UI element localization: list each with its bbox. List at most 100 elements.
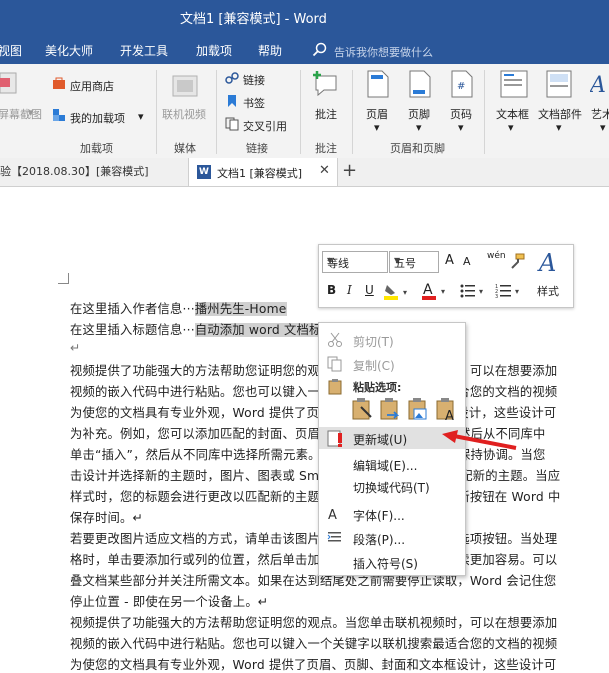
divider	[300, 70, 301, 154]
chevron-down-icon: ▾	[28, 106, 34, 119]
menu-item-label: 复制(C)	[353, 359, 395, 373]
paste-options-header: 粘贴选项:	[353, 381, 402, 394]
chevron-down-icon: ▾	[458, 121, 464, 134]
divider	[156, 70, 157, 154]
screenshot-button[interactable]: 屏幕截图	[0, 106, 42, 122]
underline-button[interactable]: U	[365, 283, 374, 297]
paragraph-mark: ↵	[70, 341, 81, 355]
bookmark-button[interactable]: 书签	[243, 95, 265, 111]
author-field[interactable]: 播州先生-Home	[194, 302, 287, 316]
menu-item-label: 插入符号(S)	[353, 557, 418, 571]
paste-picture-icon[interactable]	[407, 397, 431, 423]
svg-text:A: A	[423, 282, 433, 298]
body-line: 视频提供了功能强大的方法帮助您证明您的观点。当您单击联机视频时，可以在想要添加	[70, 364, 558, 378]
document-tab-2[interactable]: W 文档1 [兼容模式] ✕	[188, 158, 338, 186]
store-button[interactable]: 应用商店	[70, 78, 114, 94]
svg-text:▾: ▾	[515, 287, 519, 296]
styles-button[interactable]: 样式	[537, 283, 559, 299]
mini-toolbar: 等线 ▼ 五号 ▼ A A wén A 样式 B I U ▾ A ▾ ▾ 1 2 3 ▾	[318, 244, 574, 308]
group-label-header-footer: 页眉和页脚	[390, 142, 445, 155]
svg-text:A: A	[445, 409, 454, 423]
header-button[interactable]: 页眉	[366, 106, 388, 122]
title-line[interactable]: 在这里插入标题信息···自动添加 word 文档标题信息	[70, 320, 360, 338]
highlight-color-icon[interactable]: ▾	[383, 283, 415, 301]
tab-view[interactable]: 视图	[0, 42, 22, 59]
close-tab-icon[interactable]: ✕	[319, 163, 330, 178]
new-comment-button[interactable]: 批注	[315, 106, 337, 122]
bold-button[interactable]: B	[327, 283, 336, 297]
paste-keep-source-icon[interactable]	[351, 397, 375, 423]
paste-text-only-icon[interactable]: A	[435, 397, 459, 423]
doc-parts-button[interactable]: 文档部件	[538, 106, 582, 122]
italic-button[interactable]: I	[347, 283, 352, 297]
margin-corner-mark	[58, 273, 69, 284]
menu-item-edit-field[interactable]: 编辑域(E)...	[319, 453, 465, 475]
menu-item-cut[interactable]: 剪切(T)	[319, 329, 465, 351]
footer-button[interactable]: 页脚	[408, 106, 430, 122]
chevron-down-icon: ▼	[394, 256, 401, 265]
title-field[interactable]: 自动添加 word 文	[194, 323, 297, 337]
cross-reference-button[interactable]: 交叉引用	[243, 118, 287, 134]
menu-item-label: 剪切(T)	[353, 335, 394, 349]
group-label-comments: 批注	[315, 142, 337, 155]
svg-text:A: A	[590, 73, 606, 98]
paste-merge-format-icon[interactable]	[379, 397, 403, 423]
shrink-font-button[interactable]: A	[463, 255, 471, 268]
body-line: 格时，单击要添加行或列的位置，然后单击加号。在新的阅读视图中阅读更加容易。可以	[70, 553, 558, 567]
bookmark-icon	[228, 95, 236, 107]
add-tab-icon[interactable]: +	[342, 160, 357, 181]
menu-item-toggle-field-codes[interactable]: 切换域代码(T)	[319, 475, 465, 497]
bullets-icon[interactable]: ▾	[459, 283, 491, 299]
author-line[interactable]: 在这里插入作者信息···播州先生-Home	[70, 299, 287, 317]
svg-text:A: A	[537, 249, 556, 275]
new-comment-icon	[313, 71, 337, 97]
link-button[interactable]: 链接	[243, 72, 265, 88]
tell-me-box[interactable]: 告诉我你想要做什么	[312, 40, 609, 60]
divider	[216, 70, 217, 154]
screenshot-icon	[0, 72, 17, 94]
tab-beautify[interactable]: 美化大师	[45, 42, 93, 59]
my-addins-button[interactable]: 我的加载项	[70, 110, 125, 126]
menu-item-paragraph[interactable]: 段落(P)...	[319, 527, 465, 549]
phonetic-guide-button[interactable]: wén	[487, 251, 506, 261]
text-box-button[interactable]: 文本框	[496, 106, 529, 122]
menu-item-label: 切换域代码(T)	[353, 481, 430, 495]
title-bar: 文档1 [兼容模式] - Word	[0, 0, 609, 34]
menu-item-copy[interactable]: 复制(C)	[319, 353, 465, 375]
online-video-icon	[172, 75, 198, 97]
svg-text:3: 3	[495, 294, 498, 299]
grow-font-button[interactable]: A	[445, 253, 454, 268]
online-video-button[interactable]: 联机视频	[162, 106, 206, 122]
page-number-icon: #	[451, 70, 473, 98]
tab-addins[interactable]: 加载项	[196, 42, 232, 59]
page-number-button[interactable]: 页码	[450, 106, 472, 122]
svg-text:▾: ▾	[403, 288, 407, 297]
font-color-icon[interactable]: A ▾	[421, 281, 453, 301]
menu-item-insert-symbol[interactable]: 插入符号(S)	[319, 551, 465, 573]
wordart-button[interactable]: 艺术	[591, 106, 609, 122]
text-box-icon	[500, 70, 528, 98]
ribbon: 屏幕截图 ▾ 应用商店 我的加载项 ▾ 加载项 联机视频 媒体 链接 书签 交叉…	[0, 64, 609, 159]
ribbon-tabs: 视图 美化大师 开发工具 加载项 帮助 告诉我你想要做什么	[0, 34, 609, 64]
body-line: 视频的嵌入代码中进行粘贴。您也可以键入一个关键字以联机搜索最适合您的文档的视频	[70, 637, 558, 651]
svg-text:A: A	[328, 508, 337, 522]
divider	[484, 70, 485, 154]
numbering-icon[interactable]: 123▾	[495, 283, 527, 299]
font-name-combo[interactable]: 等线 ▼	[322, 251, 388, 273]
tab-help[interactable]: 帮助	[258, 42, 282, 59]
copy-icon	[327, 356, 342, 372]
styles-icon[interactable]: A	[537, 249, 565, 275]
body-line: 击设计并选择新的主题时，图片、图表或 SmartArt 图形将会更改以匹配新的主…	[70, 469, 561, 483]
tab-developer[interactable]: 开发工具	[120, 42, 168, 59]
document-tab-bar: 验【2018.08.30】[兼容模式] W 文档1 [兼容模式] ✕ +	[0, 158, 609, 187]
body-line: 为使您的文档具有专业外观，Word 提供了页眉、页脚、封面和文本框设计，这些设计…	[70, 658, 557, 672]
group-label-links: 链接	[246, 142, 268, 155]
font-size-combo[interactable]: 五号 ▼	[389, 251, 439, 273]
paragraph-icon	[327, 532, 341, 542]
red-arrow-annotation	[442, 430, 517, 450]
document-tab-1[interactable]: 验【2018.08.30】[兼容模式]	[0, 163, 149, 179]
menu-item-label: 字体(F)...	[353, 509, 405, 523]
menu-item-font[interactable]: A 字体(F)...	[319, 503, 465, 525]
svg-text:▾: ▾	[441, 287, 445, 296]
format-painter-icon[interactable]	[509, 253, 525, 269]
